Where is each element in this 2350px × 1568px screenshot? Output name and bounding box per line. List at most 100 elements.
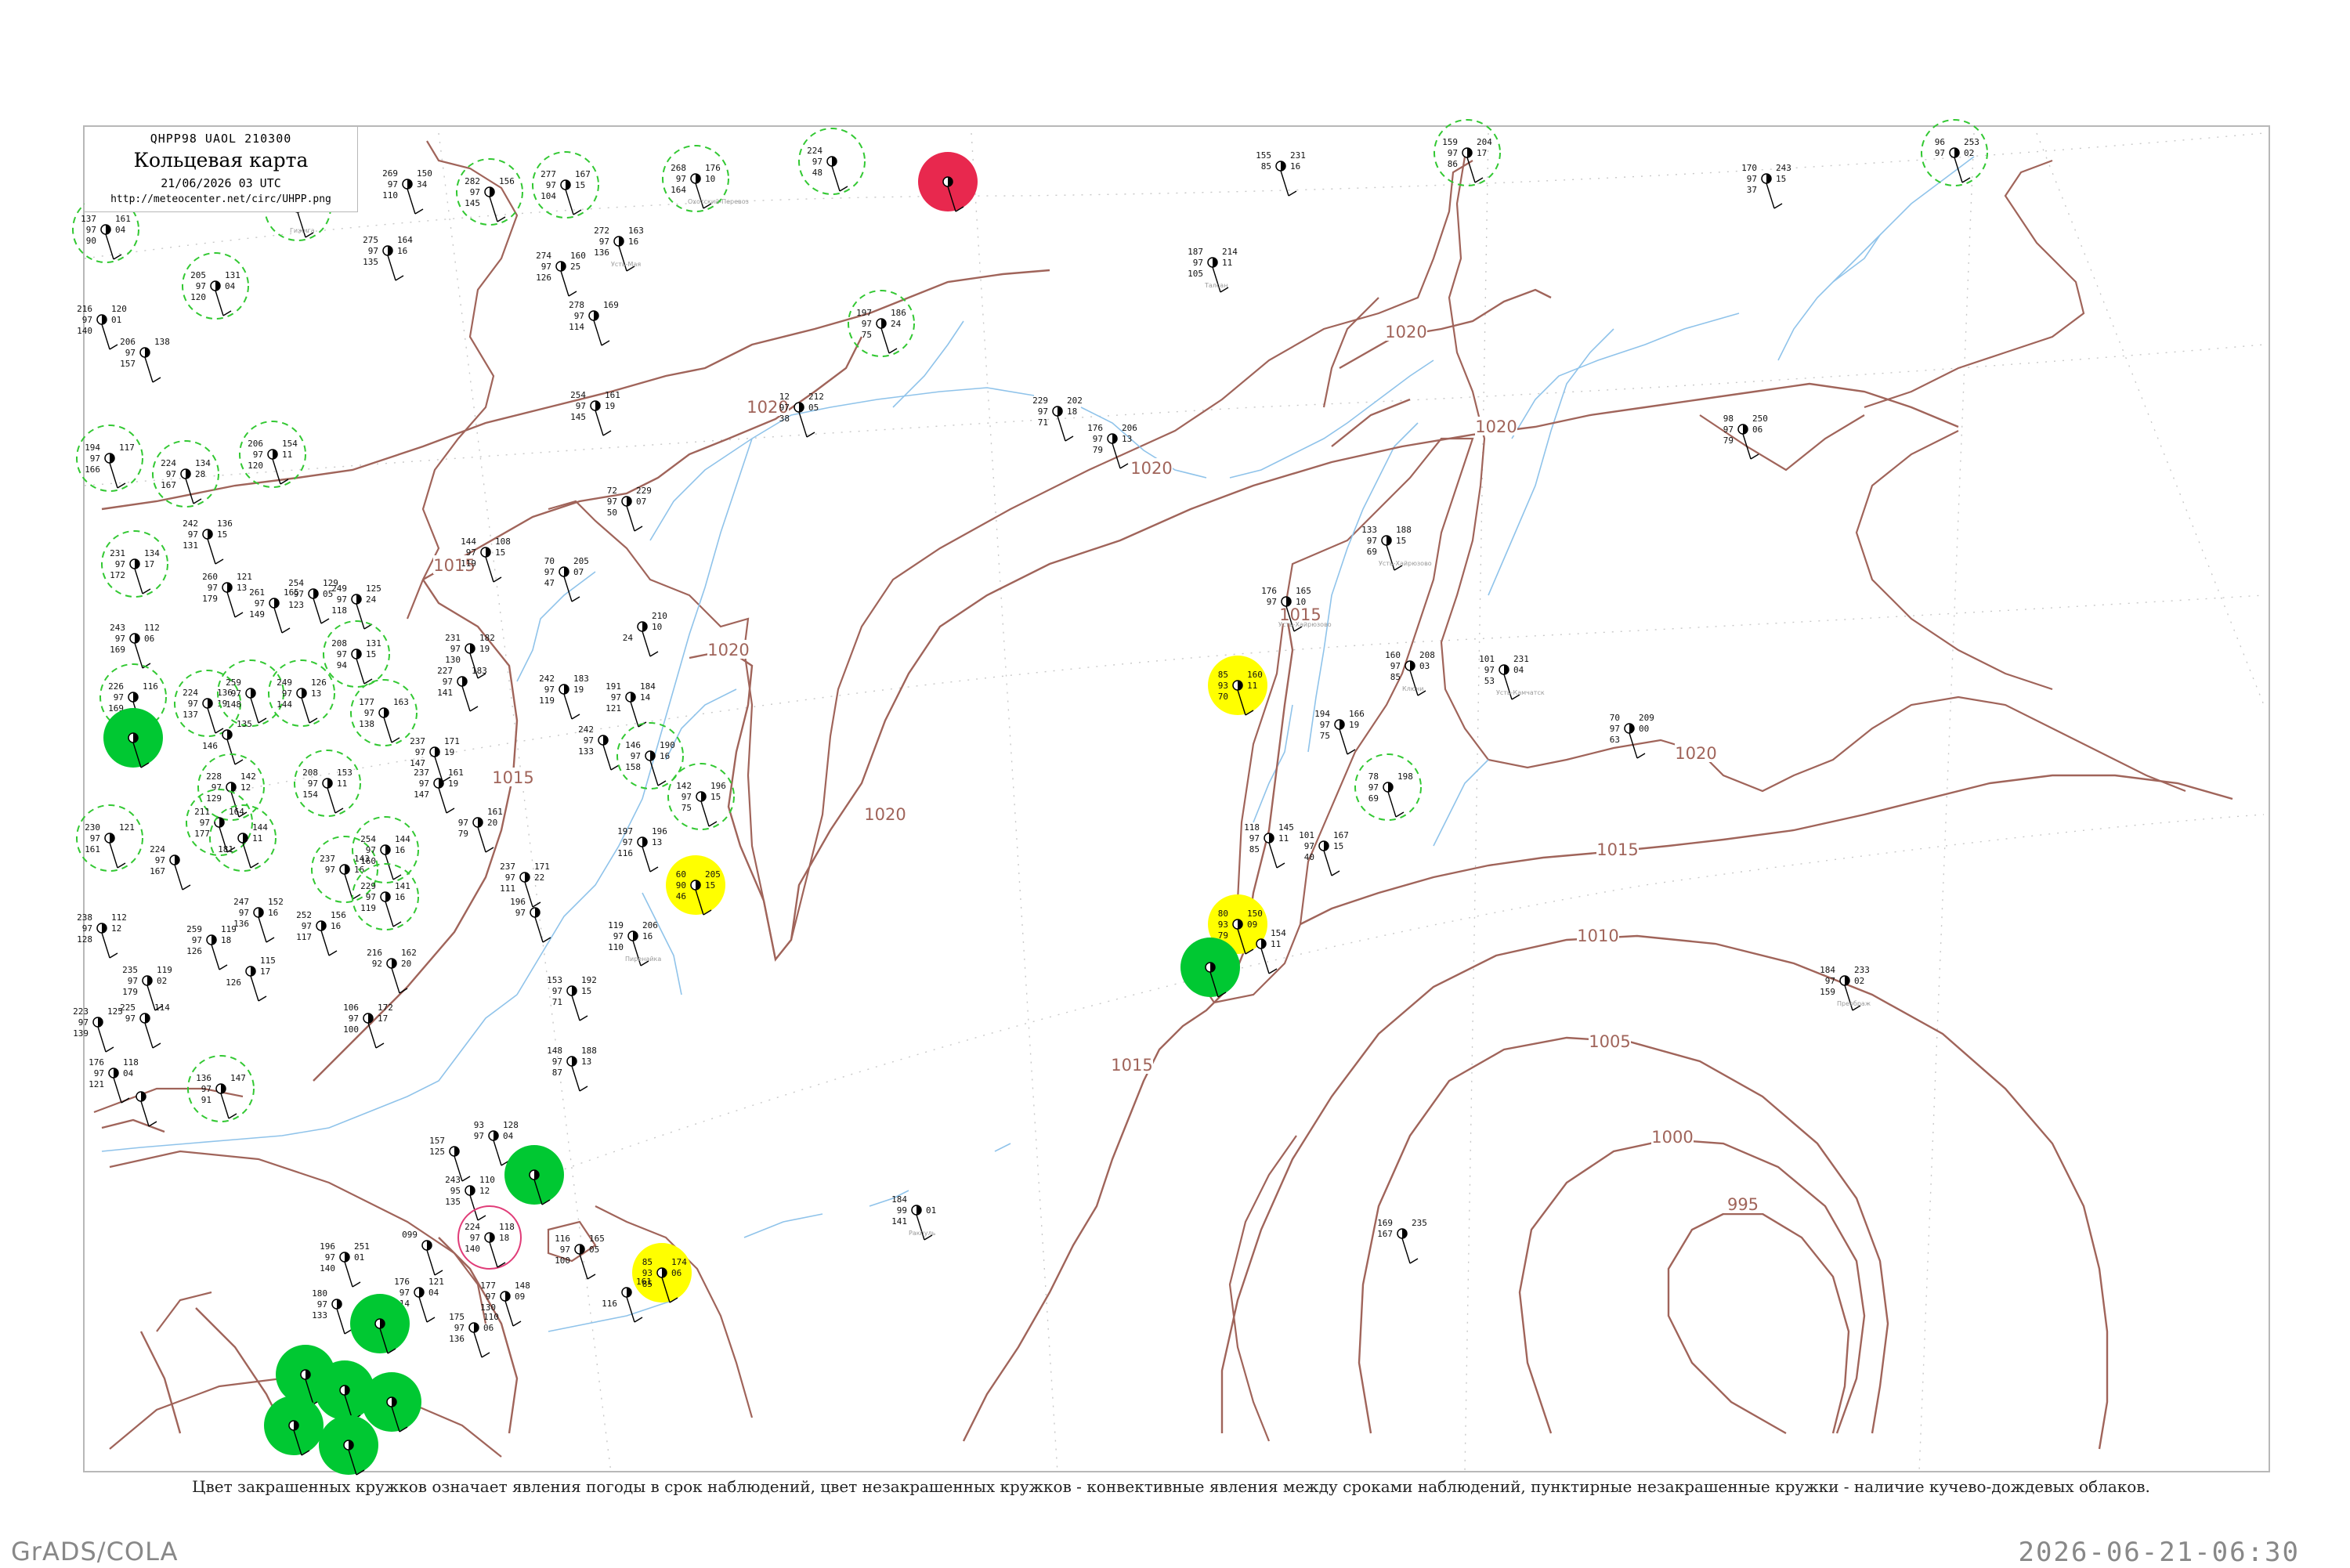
station-plot[interactable]: 22497167 13428 (152, 440, 219, 508)
station-plot[interactable]: 2089794 13115 (323, 620, 390, 688)
station-plot[interactable]: 19197121 18414 (606, 681, 656, 728)
pressure-value: 144 (395, 834, 410, 844)
dewpoint-value: 121 (89, 1079, 104, 1089)
station-plot[interactable]: 18097133 (312, 1288, 353, 1335)
station-plot[interactable]: 24297119 18319 (539, 674, 589, 720)
station-plot[interactable]: 27897114 169 (569, 300, 619, 346)
station-plot[interactable]: 129738 21205 (779, 392, 824, 438)
station-plot[interactable]: 22497167 (150, 844, 191, 891)
station-plot[interactable]: 22597 114 (120, 1003, 170, 1049)
station-plot[interactable]: 27297136 16316 Усть-Мая (594, 226, 644, 272)
station-plot[interactable]: 1979775 18624 (848, 290, 915, 357)
station-plot[interactable] (319, 1415, 378, 1476)
station-plot[interactable]: 2249748 (798, 128, 866, 195)
temperature-value: 231 (110, 548, 125, 558)
station-plot[interactable]: 18497159 23302 Преображ (1820, 965, 1871, 1011)
dewpoint-value: 179 (122, 987, 138, 997)
station-plot[interactable]: 24 21010 (623, 611, 667, 657)
station-plot[interactable]: 789769 198 (1354, 753, 1422, 821)
station-plot[interactable]: 23097161 121 (76, 804, 143, 872)
station-plot[interactable]: 25297117 15616 (296, 910, 346, 956)
station-plot[interactable] (136, 1091, 157, 1127)
station-plot[interactable]: 1539771 19215 (547, 975, 597, 1021)
station-plot[interactable]: 1709737 24315 (1741, 163, 1791, 209)
station-plot[interactable]: 26197149165 (249, 587, 299, 634)
station-plot[interactable]: 23797147 16119 (414, 768, 464, 814)
station-plot[interactable]: 24997144 12613 (268, 659, 335, 727)
pressure-tendency-value: 19 (573, 685, 584, 695)
station-plot[interactable]: 19697140 25101 (320, 1241, 370, 1288)
station-plot[interactable] (918, 152, 978, 212)
station-plot[interactable]: 15585 23116 (1256, 150, 1306, 197)
station-plot[interactable]: 1609785 20803 Ключи (1385, 650, 1435, 696)
station-plot[interactable]: 22497140 11818 (457, 1205, 522, 1270)
station-plot[interactable]: 26897164 17610 Охотский-Перевоз (662, 145, 749, 212)
station-plot[interactable]: 22397139125 (73, 1006, 123, 1053)
station-plot[interactable]: 27597135 16416 (363, 235, 413, 281)
station-plot[interactable]: 169167 235 (1377, 1218, 1427, 1264)
visibility-value: 97 (611, 692, 621, 703)
station-plot[interactable]: 1019753 23104 Усть-Камчатск (1479, 654, 1545, 700)
station-plot[interactable]: 24297131 13615 (183, 518, 233, 565)
station-plot[interactable]: 709763 20900 (1610, 713, 1654, 759)
station-plot[interactable]: 19697 (510, 897, 551, 943)
station-plot[interactable] (362, 1372, 421, 1433)
dewpoint-value: 133 (312, 1310, 327, 1321)
station-plot[interactable]: 17797138 163 (350, 679, 418, 746)
station-plot[interactable] (103, 708, 163, 768)
station-plot[interactable]: 1429775 19615 (667, 763, 735, 830)
station-plot[interactable]: 21692 16220 (367, 948, 417, 994)
station-plot[interactable]: 17597136 11006 (449, 1312, 499, 1358)
wind-barb-feather (121, 1097, 130, 1104)
station-plot[interactable]: 1949775 16619 (1314, 709, 1365, 755)
station-plot[interactable]: 1489787 18813 (547, 1046, 597, 1092)
station-plot[interactable] (504, 1145, 564, 1205)
visibility-value: 125 (429, 1147, 445, 1157)
station-plot[interactable]: 25997126 11918 (186, 924, 237, 970)
station-plot[interactable]: 26097179 12113 (202, 572, 252, 618)
station-plot[interactable]: 099 (402, 1230, 443, 1276)
station-plot[interactable]: 1019740 16715 (1299, 830, 1349, 876)
station-plot[interactable]: 24297133 (578, 724, 620, 771)
station-plot[interactable]: 20597120 13104 (182, 252, 249, 320)
visibility-value: 99 (897, 1205, 907, 1216)
wind-barb-icon (226, 739, 236, 765)
station-plot[interactable]: 26997110 15034 (382, 168, 432, 215)
visibility-value: 97 (188, 699, 198, 709)
station-plot[interactable]: 2479713615216 (233, 897, 284, 943)
station-plot[interactable] (350, 1294, 410, 1354)
source-url[interactable]: http://meteocenter.net/circ/UHPP.png (85, 193, 357, 205)
station-plot[interactable]: 20697120 15411 (239, 421, 306, 488)
station-plot[interactable]: 709747 20507 (544, 556, 589, 602)
station-plot[interactable] (264, 1396, 324, 1456)
station-plot[interactable]: 18797105 21411 Талсан (1188, 247, 1238, 293)
station-plot[interactable]: 27497126 16025 (536, 251, 586, 297)
station-plot[interactable]: 23897128 11212 (77, 912, 127, 959)
station-plot[interactable]: 17697121 11804 (89, 1057, 139, 1104)
temperature-value: 137 (81, 214, 96, 224)
station-plot[interactable]: 19797116 19613 (617, 826, 667, 873)
station-plot[interactable]: 9697 25302 (1921, 119, 1988, 186)
station-plot[interactable]: 20897154 15311 (294, 750, 361, 817)
station-plot[interactable]: 25497145 16119 (570, 390, 620, 436)
station-plot[interactable]: 22797141 183 (437, 666, 487, 712)
temperature-value: 277 (540, 169, 556, 179)
station-plot[interactable]: 989779 25006 (1723, 414, 1768, 460)
station-plot[interactable]: 24997118 12524 (331, 583, 381, 630)
station-plot[interactable]: 859370 16011 (1208, 656, 1267, 716)
station-plot[interactable]: 1339769 18815 Усть-Хайрюзово (1361, 525, 1432, 571)
station-plot[interactable]: 20697157 138 (120, 337, 170, 383)
station-plot[interactable]: 85938517406 (632, 1243, 692, 1303)
station-plot[interactable]: 19497166 117 (76, 425, 143, 492)
station-plot[interactable]: 18499141 01 Ракпуль (891, 1194, 936, 1241)
station-plot[interactable]: 126 11517 (226, 956, 276, 1002)
station-plot[interactable]: 11997110 20616 Пиренайка (608, 920, 661, 966)
station-plot[interactable] (1180, 938, 1240, 998)
station-plot[interactable]: 27797104 16715 (532, 151, 599, 219)
dewpoint-value: 160 (360, 856, 376, 866)
station-plot[interactable]: 609046 20515 (666, 855, 725, 916)
station-plot[interactable]: 28297145 156 (456, 158, 523, 226)
station-plot[interactable]: 23197172 13417 (101, 530, 168, 598)
station-plot[interactable]: 24397169 11206 (110, 623, 160, 669)
station-plot[interactable]: 1599786 20417 (1434, 119, 1501, 186)
